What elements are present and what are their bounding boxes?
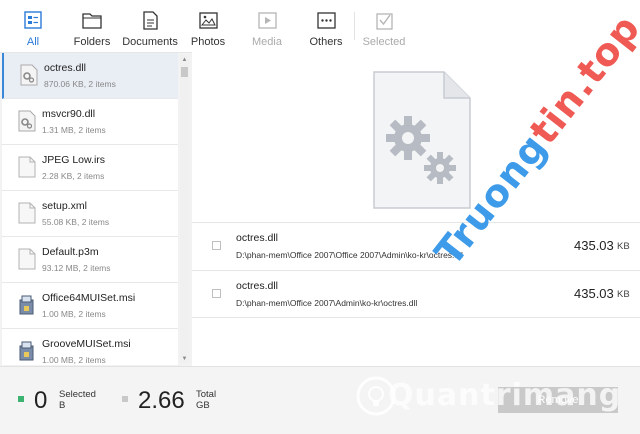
file-name: Office64MUISet.msi xyxy=(42,292,136,304)
file-meta: 1.31 MB, 2 items xyxy=(42,125,106,135)
tab-selected[interactable]: Selected xyxy=(362,0,406,52)
blank-file-icon xyxy=(18,248,36,270)
tab-selected-label: Selected xyxy=(362,36,406,48)
file-preview-gears-icon xyxy=(373,71,471,209)
summary-bar: 0 Selected B 2.66 Total GB Remove xyxy=(0,366,640,434)
duplicate-file-list-pane: octres.dll 870.06 KB, 2 items msvcr90.dl… xyxy=(0,52,192,366)
folder-icon xyxy=(81,10,103,30)
duplicate-entry-row[interactable]: octres.dll D:\phan-mem\Office 2007\Offic… xyxy=(192,222,640,270)
selected-unit: B xyxy=(59,400,66,411)
duplicate-entry-size-unit: KB xyxy=(617,241,630,252)
tab-media[interactable]: Media xyxy=(252,0,282,52)
blank-file-icon xyxy=(18,202,36,224)
selected-icon xyxy=(373,10,395,30)
tab-all[interactable]: All xyxy=(18,0,48,52)
file-name: JPEG Low.irs xyxy=(42,154,106,166)
list-item[interactable]: Default.p3m 93.12 MB, 2 items xyxy=(2,237,178,283)
duplicate-entry-size: 435.03 xyxy=(574,238,614,253)
list-scrollbar[interactable]: ▲ ▼ xyxy=(180,55,189,363)
total-value: 2.66 xyxy=(138,387,185,414)
file-details-pane: octres.dll D:\phan-mem\Office 2007\Offic… xyxy=(192,52,640,366)
duplicate-entry-name: octres.dll xyxy=(236,280,279,292)
list-item[interactable]: setup.xml 55.08 KB, 2 items xyxy=(2,191,178,237)
file-meta: 1.00 MB, 2 items xyxy=(42,309,106,319)
selected-label: Selected xyxy=(59,389,96,400)
tab-photos[interactable]: Photos xyxy=(190,0,226,52)
blank-file-icon xyxy=(18,156,36,178)
media-icon xyxy=(256,10,278,30)
list-item[interactable]: octres.dll 870.06 KB, 2 items xyxy=(2,53,178,99)
file-name: msvcr90.dll xyxy=(42,108,96,120)
total-unit: GB xyxy=(196,400,210,411)
others-icon xyxy=(315,10,337,30)
file-name: octres.dll xyxy=(44,62,87,74)
tab-others[interactable]: Others xyxy=(308,0,344,52)
document-icon xyxy=(139,10,161,30)
tab-photos-label: Photos xyxy=(190,36,226,48)
file-meta: 870.06 KB, 2 items xyxy=(44,79,116,89)
selected-count: 0 xyxy=(34,387,48,414)
toolbar: All Folders Documents Photos Media Other… xyxy=(0,0,640,52)
list-item[interactable]: GrooveMUISet.msi 1.00 MB, 2 items xyxy=(2,329,178,365)
duplicate-entry-path: D:\phan-mem\Office 2007\Office 2007\Admi… xyxy=(236,250,463,260)
toolbar-divider xyxy=(354,12,355,40)
list-item[interactable]: JPEG Low.irs 2.28 KB, 2 items xyxy=(2,145,178,191)
duplicate-entry-size: 435.03 xyxy=(574,286,614,301)
photo-icon xyxy=(197,10,219,30)
scroll-up-icon[interactable]: ▲ xyxy=(180,55,189,64)
selected-indicator-dot xyxy=(18,396,24,402)
duplicate-entry-row[interactable]: octres.dll D:\phan-mem\Office 2007\Admin… xyxy=(192,270,640,318)
file-meta: 93.12 MB, 2 items xyxy=(42,263,111,273)
installer-icon xyxy=(19,295,34,315)
tab-media-label: Media xyxy=(252,36,282,48)
scroll-down-icon[interactable]: ▼ xyxy=(180,354,189,363)
tab-documents-label: Documents xyxy=(122,36,178,48)
file-meta: 1.00 MB, 2 items xyxy=(42,355,106,365)
all-files-icon xyxy=(22,10,44,30)
file-name: setup.xml xyxy=(42,200,87,212)
duplicate-entry-path: D:\phan-mem\Office 2007\Admin\ko-kr\octr… xyxy=(236,298,418,308)
duplicate-entry-size-unit: KB xyxy=(617,289,630,300)
dll-file-icon xyxy=(20,64,38,86)
tab-others-label: Others xyxy=(309,36,343,48)
tab-folders-label: Folders xyxy=(73,36,111,48)
installer-icon xyxy=(19,341,34,361)
tab-folders[interactable]: Folders xyxy=(72,0,112,52)
duplicate-entry-checkbox[interactable] xyxy=(212,241,221,250)
total-label: Total xyxy=(196,389,217,400)
file-list: octres.dll 870.06 KB, 2 items msvcr90.dl… xyxy=(2,53,178,365)
total-indicator-dot xyxy=(122,396,128,402)
duplicate-entry-name: octres.dll xyxy=(236,232,279,244)
dll-file-icon xyxy=(18,110,36,132)
remove-button[interactable]: Remove xyxy=(498,387,618,413)
file-meta: 2.28 KB, 2 items xyxy=(42,171,105,181)
tab-documents[interactable]: Documents xyxy=(122,0,178,52)
list-item[interactable]: Office64MUISet.msi 1.00 MB, 2 items xyxy=(2,283,178,329)
tab-all-label: All xyxy=(26,36,40,48)
file-name: GrooveMUISet.msi xyxy=(42,338,131,350)
scrollbar-thumb[interactable] xyxy=(181,67,188,77)
file-name: Default.p3m xyxy=(42,246,99,258)
list-item[interactable]: msvcr90.dll 1.31 MB, 2 items xyxy=(2,99,178,145)
file-meta: 55.08 KB, 2 items xyxy=(42,217,110,227)
duplicate-entry-checkbox[interactable] xyxy=(212,289,221,298)
